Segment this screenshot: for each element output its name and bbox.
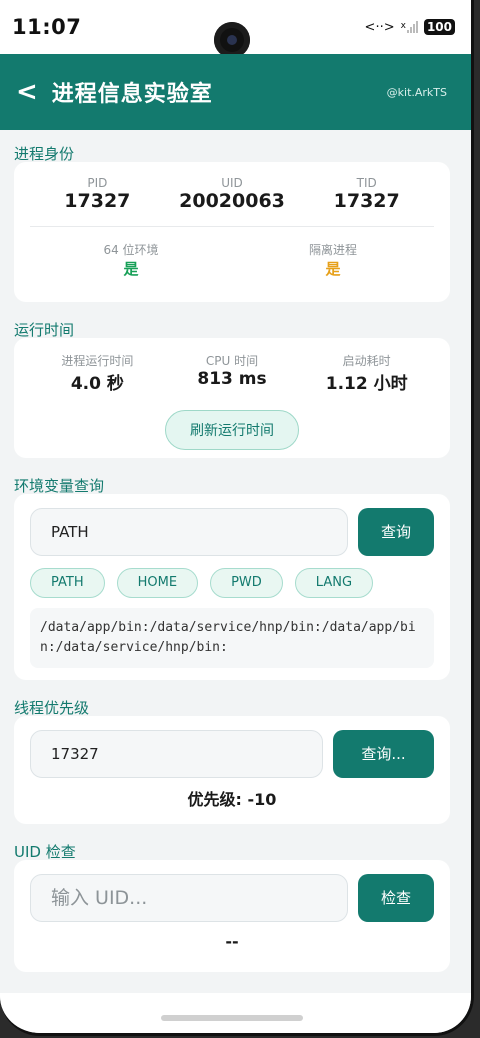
uidcheck-card: 输入 UID... 检查 -- bbox=[14, 860, 450, 972]
env-chip-list: PATH HOME PWD LANG bbox=[30, 568, 434, 598]
pid-label: PID bbox=[87, 176, 108, 190]
signal-x: x bbox=[400, 21, 406, 31]
priority-result: 优先级: -10 bbox=[187, 790, 277, 809]
priority-query-button[interactable]: 查询... bbox=[333, 730, 434, 778]
status-icons: <··> x 100 bbox=[365, 19, 455, 35]
env-card: PATH 查询 PATH HOME PWD LANG /data/app/bin… bbox=[14, 494, 450, 680]
priority-card: 17327 查询... 优先级: -10 bbox=[14, 716, 450, 824]
boot-time-label: 启动耗时 bbox=[342, 354, 391, 368]
main-content: 进程身份 PID 17327 UID 20020063 TID 17327 64… bbox=[14, 130, 450, 972]
status-time: 11:07 bbox=[12, 15, 82, 39]
battery-icon: 100 bbox=[423, 19, 455, 35]
proc-time-value: 4.0 秒 bbox=[70, 374, 124, 394]
phone-screen: 11:07 <··> x 100 < 进程信息实验室 @kit.ArkTS 进程… bbox=[0, 0, 474, 1036]
env-name-input[interactable]: PATH bbox=[30, 508, 348, 556]
network-icon: <··> bbox=[364, 19, 395, 35]
env64-value: 是 bbox=[123, 260, 139, 278]
cpu-time-label: CPU 时间 bbox=[205, 354, 259, 368]
env-query-button[interactable]: 查询 bbox=[358, 508, 434, 556]
module-tag: @kit.ArkTS bbox=[386, 85, 447, 99]
back-button[interactable]: < bbox=[16, 77, 38, 107]
uidcheck-result: -- bbox=[225, 932, 239, 951]
tid-input[interactable]: 17327 bbox=[30, 730, 323, 778]
chip-lang[interactable]: LANG bbox=[294, 568, 374, 598]
isolated-label: 隔离进程 bbox=[308, 243, 357, 257]
tid-label: TID bbox=[356, 176, 377, 190]
tid-value: 17327 bbox=[333, 190, 400, 212]
chip-path[interactable]: PATH bbox=[30, 568, 105, 598]
proc-time-label: 进程运行时间 bbox=[61, 354, 134, 368]
cpu-time-value: 813 ms bbox=[197, 369, 267, 389]
app-header: < 进程信息实验室 @kit.ArkTS bbox=[0, 54, 471, 130]
boot-time-value: 1.12 小时 bbox=[325, 374, 408, 394]
pid-value: 17327 bbox=[64, 190, 131, 212]
chip-home[interactable]: HOME bbox=[116, 568, 199, 598]
bottom-bar bbox=[0, 993, 471, 1033]
uid-check-button[interactable]: 检查 bbox=[358, 874, 434, 922]
uid-input[interactable]: 输入 UID... bbox=[30, 874, 348, 922]
refresh-runtime-button[interactable]: 刷新运行时间 bbox=[165, 410, 299, 450]
env-result: /data/app/bin:/data/service/hnp/bin:/dat… bbox=[30, 608, 434, 668]
runtime-card: 进程运行时间 4.0 秒 CPU 时间 813 ms 启动耗时 1.12 小时 … bbox=[14, 338, 450, 458]
divider bbox=[30, 226, 434, 227]
home-indicator[interactable] bbox=[161, 1015, 303, 1021]
signal-icon: x bbox=[401, 21, 418, 33]
uid-value: 20020063 bbox=[179, 190, 285, 212]
uid-label: UID bbox=[221, 176, 243, 190]
chip-pwd[interactable]: PWD bbox=[210, 568, 283, 598]
camera-cutout bbox=[214, 22, 250, 58]
identity-card: PID 17327 UID 20020063 TID 17327 64 位环境 … bbox=[14, 162, 450, 302]
isolated-value: 是 bbox=[325, 260, 341, 278]
page-title: 进程信息实验室 bbox=[51, 82, 213, 107]
env64-label: 64 位环境 bbox=[103, 243, 159, 257]
